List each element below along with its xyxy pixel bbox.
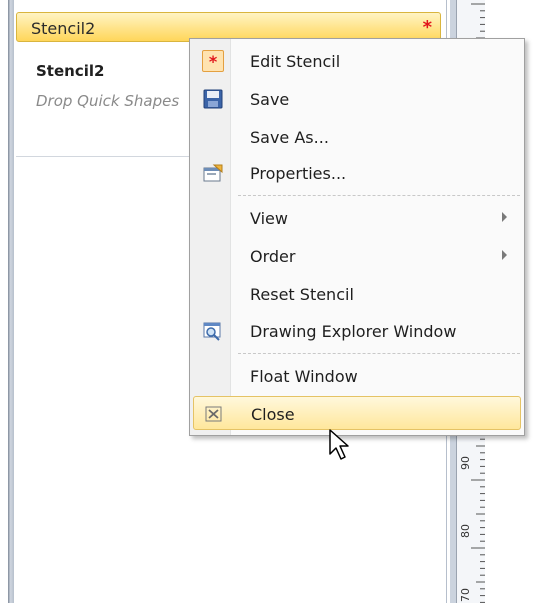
floppy-disk-icon: [202, 88, 224, 110]
properties-icon: [202, 162, 224, 184]
menu-item-label: Properties...: [250, 164, 347, 183]
menu-item-label: Reset Stencil: [250, 285, 354, 304]
context-menu: * Edit Stencil Save Save As... Propertie…: [189, 38, 525, 436]
stencil-name: Stencil2: [36, 62, 105, 80]
drawing-explorer-icon: [202, 320, 224, 342]
menu-item-drawing-explorer[interactable]: Drawing Explorer Window: [193, 314, 521, 348]
ruler-label-70: 70: [459, 588, 472, 602]
modified-marker-icon: *: [422, 17, 432, 38]
svg-text:*: *: [209, 52, 218, 71]
close-x-icon: [203, 403, 225, 425]
menu-item-order[interactable]: Order: [193, 239, 521, 273]
menu-item-label: Save As...: [250, 128, 329, 147]
menu-item-save[interactable]: Save: [193, 82, 521, 116]
menu-item-edit-stencil[interactable]: * Edit Stencil: [193, 44, 521, 78]
menu-item-save-as[interactable]: Save As...: [193, 120, 521, 154]
menu-item-label: Close: [251, 405, 295, 424]
menu-separator: [238, 353, 520, 354]
menu-separator: [238, 195, 520, 196]
ruler-label-90: 90: [459, 456, 472, 470]
drop-quick-shapes-hint: Drop Quick Shapes: [36, 92, 180, 110]
menu-item-label: View: [250, 209, 288, 228]
menu-item-properties[interactable]: Properties...: [193, 156, 521, 190]
menu-item-label: Edit Stencil: [250, 52, 341, 71]
submenu-arrow-icon: [502, 212, 507, 222]
menu-item-label: Order: [250, 247, 296, 266]
mouse-pointer-icon: [329, 429, 349, 460]
menu-item-reset-stencil[interactable]: Reset Stencil: [193, 277, 521, 311]
menu-item-label: Drawing Explorer Window: [250, 322, 457, 341]
menu-item-view[interactable]: View: [193, 201, 521, 235]
stencil-header-title: Stencil2: [31, 19, 96, 38]
asterisk-icon: *: [202, 50, 224, 72]
menu-item-label: Save: [250, 90, 290, 109]
menu-item-float-window[interactable]: Float Window: [193, 359, 521, 393]
menu-item-label: Float Window: [250, 367, 358, 386]
ruler-label-80: 80: [459, 524, 472, 538]
menu-item-close[interactable]: Close: [193, 396, 521, 430]
submenu-arrow-icon: [502, 250, 507, 260]
